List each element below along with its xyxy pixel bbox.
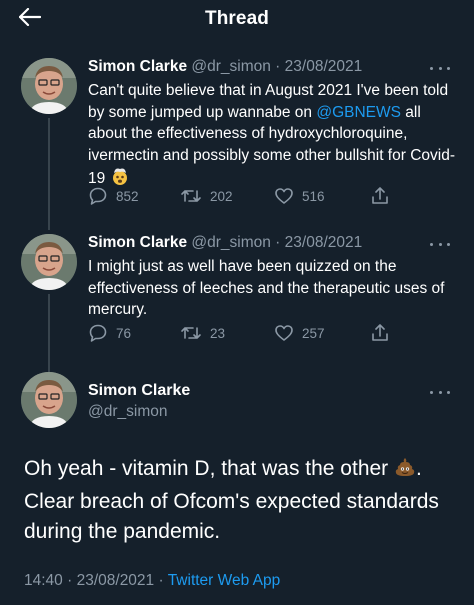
retweet-button[interactable]: 202 bbox=[180, 186, 233, 206]
avatar[interactable] bbox=[21, 58, 77, 114]
handle[interactable]: @dr_simon bbox=[191, 234, 270, 251]
more-options-button[interactable] bbox=[430, 387, 450, 397]
focused-tweet: Simon Clarke @dr_simon Oh yeah - vitamin… bbox=[0, 372, 474, 605]
like-button[interactable]: 516 bbox=[274, 186, 325, 206]
tweet-text: Can't quite believe that in August 2021 … bbox=[88, 80, 460, 193]
reply-button[interactable]: 852 bbox=[88, 186, 139, 206]
tweet-date[interactable]: 23/08/2021 bbox=[77, 572, 155, 589]
retweet-button[interactable]: 23 bbox=[180, 323, 225, 343]
tweet[interactable]: Simon Clarke @dr_simon · 23/08/2021 I mi… bbox=[0, 234, 474, 388]
display-name[interactable]: Simon Clarke bbox=[88, 234, 187, 251]
tweet-date[interactable]: 23/08/2021 bbox=[285, 58, 363, 75]
retweet-icon bbox=[181, 327, 201, 339]
avatar[interactable] bbox=[21, 372, 77, 428]
tweet-actions: 852 202 516 bbox=[88, 186, 428, 208]
separator: · bbox=[67, 572, 73, 589]
separator: · bbox=[275, 58, 281, 75]
display-name[interactable]: Simon Clarke bbox=[88, 382, 190, 400]
tweet-date[interactable]: 23/08/2021 bbox=[285, 234, 363, 251]
handle[interactable]: @dr_simon bbox=[191, 58, 270, 75]
like-button[interactable]: 257 bbox=[274, 323, 325, 343]
share-icon bbox=[372, 324, 388, 341]
separator: · bbox=[275, 234, 281, 251]
tweet[interactable]: Simon Clarke @dr_simon · 23/08/2021 Can'… bbox=[0, 58, 474, 230]
tweet-header: Simon Clarke @dr_simon · 23/08/2021 bbox=[88, 234, 362, 252]
more-options-button[interactable] bbox=[430, 239, 450, 249]
pile-of-poo-emoji bbox=[394, 456, 416, 487]
thread-connector bbox=[48, 118, 50, 230]
separator: · bbox=[158, 572, 164, 589]
heart-icon bbox=[275, 188, 293, 204]
reply-icon bbox=[89, 187, 107, 205]
tweet-timestamp: 14:40 · 23/08/2021 · Twitter Web App bbox=[24, 572, 280, 590]
tweet-text: I might just as well have been quizzed o… bbox=[88, 258, 445, 318]
tweet-text-part: Oh yeah - vitamin D, that was the other bbox=[24, 457, 395, 480]
share-button[interactable] bbox=[370, 323, 390, 343]
like-count: 257 bbox=[302, 325, 325, 341]
reply-icon bbox=[89, 324, 107, 342]
tweet-time[interactable]: 14:40 bbox=[24, 572, 63, 589]
page-title: Thread bbox=[205, 8, 269, 29]
handle[interactable]: @dr_simon bbox=[88, 403, 167, 421]
source-app-link[interactable]: Twitter Web App bbox=[168, 572, 281, 589]
display-name[interactable]: Simon Clarke bbox=[88, 58, 187, 75]
tweet-text: Oh yeah - vitamin D, that was the other … bbox=[24, 454, 454, 547]
reply-button[interactable]: 76 bbox=[88, 323, 131, 343]
retweet-count: 202 bbox=[210, 188, 233, 204]
more-options-button[interactable] bbox=[430, 63, 450, 73]
share-icon bbox=[372, 187, 388, 204]
tweet-actions: 76 23 257 bbox=[88, 323, 428, 345]
heart-icon bbox=[275, 325, 293, 341]
mention-link[interactable]: @GBNEWS bbox=[316, 104, 401, 121]
thread-header: Thread bbox=[0, 0, 474, 40]
tweet-header: Simon Clarke @dr_simon · 23/08/2021 bbox=[88, 58, 362, 76]
retweet-count: 23 bbox=[210, 325, 226, 341]
reply-count: 852 bbox=[116, 188, 139, 204]
share-button[interactable] bbox=[370, 186, 390, 206]
retweet-icon bbox=[181, 190, 201, 202]
avatar[interactable] bbox=[21, 234, 77, 290]
like-count: 516 bbox=[302, 188, 325, 204]
reply-count: 76 bbox=[116, 325, 132, 341]
